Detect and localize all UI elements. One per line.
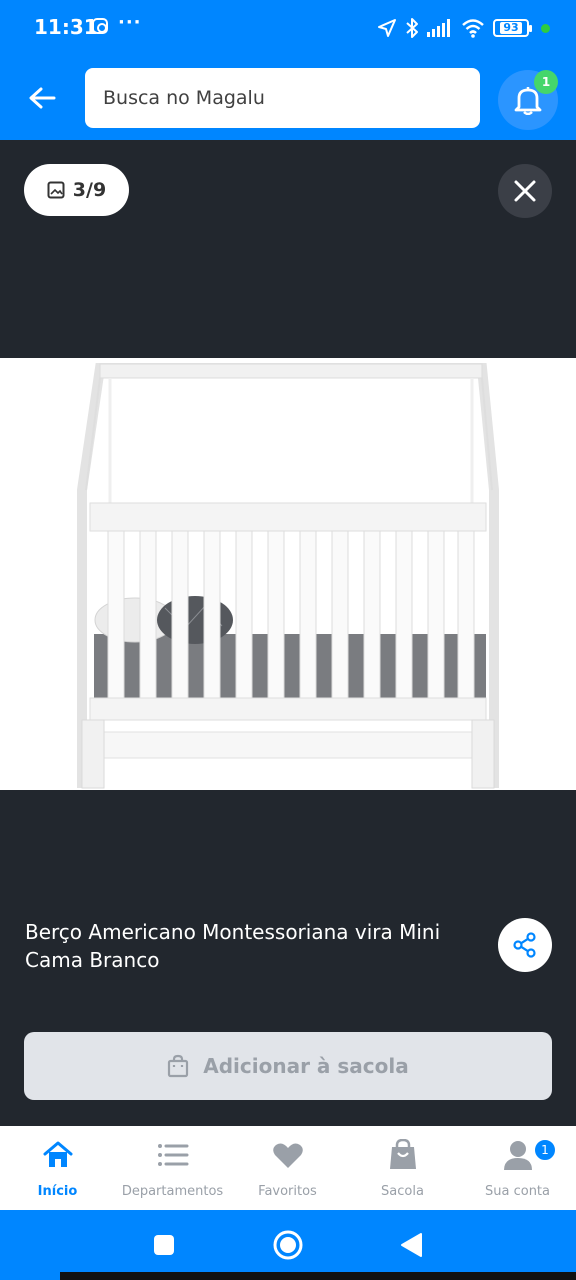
bottom-navigation: Início Departamentos Favoritos Sacola Su… bbox=[0, 1126, 576, 1210]
bluetooth-icon bbox=[406, 18, 418, 38]
circle-icon bbox=[273, 1230, 303, 1260]
recents-button[interactable] bbox=[147, 1228, 181, 1262]
nav-label-departamentos: Departamentos bbox=[121, 1184, 224, 1199]
arrow-left-icon bbox=[29, 87, 56, 109]
product-title: Berço Americano Montessoriana vira Mini … bbox=[25, 920, 441, 972]
nav-item-sua-conta[interactable]: Sua conta bbox=[460, 1126, 575, 1210]
battery-level: 93 bbox=[500, 22, 522, 34]
close-viewer-button[interactable] bbox=[498, 164, 552, 218]
home-icon bbox=[43, 1141, 72, 1167]
instagram-icon bbox=[92, 18, 108, 34]
add-to-bag-label: Adicionar à sacola bbox=[203, 1054, 409, 1078]
list-icon bbox=[157, 1144, 188, 1166]
nav-item-departamentos[interactable]: Departamentos bbox=[115, 1126, 230, 1210]
app-header: Busca no Magalu bbox=[0, 56, 576, 140]
user-icon bbox=[503, 1141, 532, 1170]
nav-label-sua-conta: Sua conta bbox=[485, 1184, 550, 1199]
search-placeholder: Busca no Magalu bbox=[103, 87, 265, 109]
search-input[interactable]: Busca no Magalu bbox=[85, 68, 480, 128]
nav-label-sacola: Sacola bbox=[381, 1184, 424, 1199]
shopping-bag-icon bbox=[168, 1054, 189, 1078]
triangle-back-icon bbox=[401, 1233, 422, 1257]
system-navigation-bar bbox=[0, 1210, 576, 1280]
status-indicators: 93 bbox=[377, 16, 550, 40]
crib-illustration bbox=[77, 363, 499, 789]
wifi-icon bbox=[462, 19, 484, 38]
home-system-button[interactable] bbox=[271, 1228, 305, 1262]
location-icon bbox=[378, 19, 396, 37]
bag-icon bbox=[389, 1139, 416, 1169]
nav-item-favoritos[interactable]: Favoritos bbox=[230, 1126, 345, 1210]
more-notifications-icon: ··· bbox=[118, 12, 142, 33]
share-button[interactable] bbox=[498, 918, 552, 972]
image-counter: 3/9 bbox=[24, 164, 129, 216]
battery-icon: 93 bbox=[493, 19, 532, 37]
nav-item-sacola[interactable]: Sacola bbox=[345, 1126, 460, 1210]
privacy-indicator bbox=[541, 23, 550, 33]
back-button[interactable] bbox=[22, 78, 62, 118]
image-counter-text: 3/9 bbox=[72, 179, 107, 201]
status-time: 11:31 bbox=[34, 15, 98, 39]
notification-badge: 1 bbox=[534, 70, 558, 94]
heart-icon bbox=[272, 1143, 303, 1168]
nav-item-inicio[interactable]: Início bbox=[0, 1126, 115, 1210]
close-icon bbox=[514, 180, 536, 202]
square-icon bbox=[154, 1235, 174, 1255]
share-icon bbox=[513, 932, 536, 958]
product-image[interactable] bbox=[0, 358, 576, 790]
status-bar: 11:31 ··· 93 bbox=[0, 0, 576, 56]
signal-icon bbox=[427, 19, 450, 37]
add-to-bag-button[interactable]: Adicionar à sacola bbox=[24, 1032, 552, 1100]
back-system-button[interactable] bbox=[394, 1228, 428, 1262]
account-badge: 1 bbox=[533, 1138, 557, 1162]
nav-label-inicio: Início bbox=[37, 1184, 78, 1199]
image-icon bbox=[47, 181, 65, 199]
nav-label-favoritos: Favoritos bbox=[258, 1184, 317, 1199]
gesture-bar bbox=[60, 1272, 576, 1280]
